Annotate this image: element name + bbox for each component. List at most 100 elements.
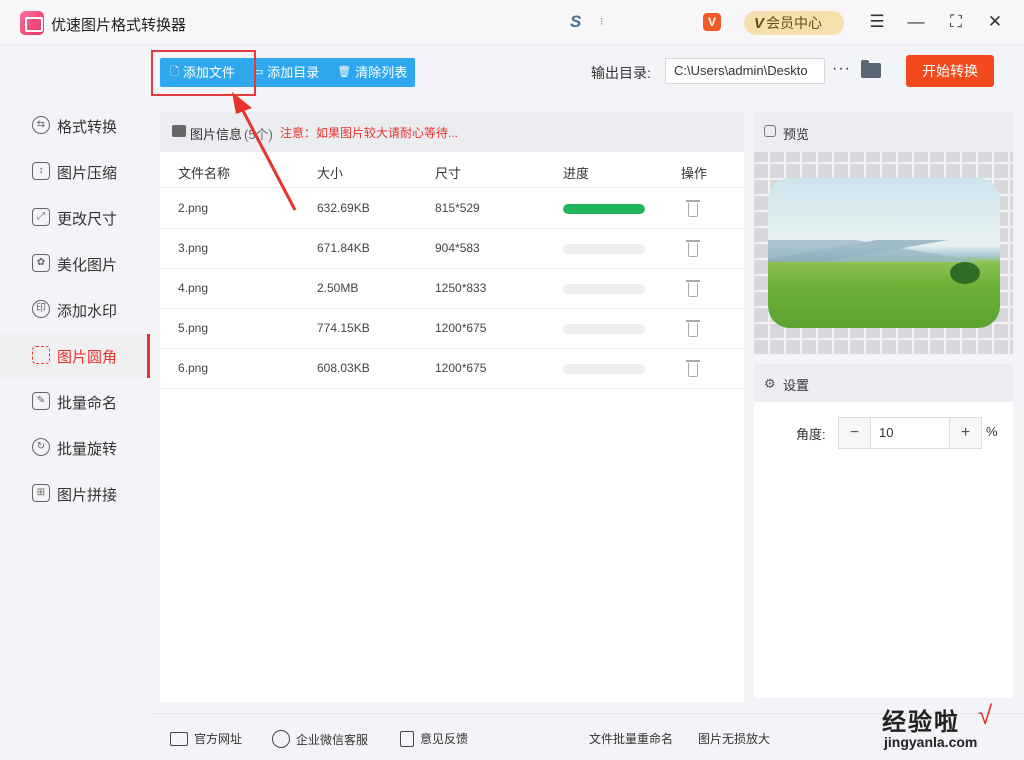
preview-title: 预览: [783, 127, 810, 142]
sidebar-item-compress[interactable]: ↕ 图片压缩: [0, 150, 150, 194]
file-name: 5.png: [178, 321, 209, 335]
settings-title: 设置: [783, 378, 810, 393]
batch-rename-link[interactable]: 文件批量重命名: [589, 730, 673, 747]
table-row[interactable]: 3.png 671.84KB 904*583: [160, 229, 744, 269]
delete-icon[interactable]: [686, 278, 700, 298]
sidebar-item-batch-rename[interactable]: ✎ 批量命名: [0, 380, 150, 424]
output-dir-label: 输出目录:: [591, 65, 651, 81]
v-badge-icon[interactable]: V: [703, 13, 721, 31]
file-dimensions: 1250*833: [435, 281, 487, 295]
sidebar-item-stitch[interactable]: ⊞ 图片拼接: [0, 472, 150, 516]
vip-center-button[interactable]: V 会员中心: [744, 11, 844, 35]
menu-icon[interactable]: ☰: [865, 10, 889, 34]
rotate-icon: ↻: [32, 438, 50, 456]
folder-icon[interactable]: [861, 60, 881, 78]
minimize-icon[interactable]: —: [904, 10, 928, 34]
settings-header: ⚙ 设置: [754, 364, 1013, 402]
title-bar: 优速图片格式转换器 S ⁝ V V 会员中心 ☰ — ⛶ ✕: [0, 0, 1024, 45]
sidebar-item-label: 批量旋转: [57, 441, 118, 458]
file-size: 774.15KB: [317, 321, 370, 335]
sidebar-item-label: 图片压缩: [57, 165, 118, 182]
feedback-label: 意见反馈: [420, 732, 469, 746]
output-dir-field[interactable]: C:\Users\admin\Deskto: [665, 58, 825, 84]
table-header: 文件名称 大小 尺寸 进度 操作: [160, 152, 744, 188]
table-row[interactable]: 5.png 774.15KB 1200*675: [160, 309, 744, 349]
decrement-button[interactable]: −: [839, 418, 871, 448]
wechat-support-link[interactable]: 企业微信客服: [272, 730, 368, 748]
sidebar-item-watermark[interactable]: 印 添加水印: [0, 288, 150, 332]
progress-bar: [563, 204, 645, 214]
sidebar-item-round-corner[interactable]: 图片圆角: [0, 334, 150, 378]
sidebar-item-label: 图片拼接: [57, 487, 118, 504]
stitch-icon: ⊞: [32, 484, 50, 502]
column-header-name: 文件名称: [178, 166, 231, 181]
watermark-main: 经验啦: [882, 709, 960, 736]
preview-image: [768, 178, 1000, 328]
delete-icon[interactable]: [686, 358, 700, 378]
clear-list-button[interactable]: 🗑 清除列表: [327, 58, 415, 87]
speed-dot-icon: ⁝: [600, 16, 604, 28]
vip-center-label: 会员中心: [766, 15, 823, 31]
progress-fill: [563, 204, 645, 214]
trash-icon: 🗑: [337, 66, 352, 78]
sidebar-item-resize[interactable]: ⤢ 更改尺寸: [0, 196, 150, 240]
table-row[interactable]: 2.png 632.69KB 815*529: [160, 189, 744, 229]
round-corner-icon: [32, 346, 50, 364]
official-website-link[interactable]: 官方网址: [170, 730, 242, 747]
maximize-icon[interactable]: ⛶: [944, 10, 968, 34]
watermark-url: jingyanla.com: [884, 734, 978, 750]
file-dimensions: 1200*675: [435, 321, 487, 335]
app-logo-icon: [20, 11, 44, 35]
table-row[interactable]: 6.png 608.03KB 1200*675: [160, 349, 744, 389]
sidebar-item-batch-rotate[interactable]: ↻ 批量旋转: [0, 426, 150, 470]
preview-mountains: [768, 240, 1000, 262]
preview-icon: [764, 125, 776, 137]
file-panel-title: 图片信息: [190, 127, 243, 142]
progress-bar: [563, 324, 645, 334]
column-header-dimensions: 尺寸: [435, 166, 462, 181]
table-row[interactable]: 4.png 2.50MB 1250*833: [160, 269, 744, 309]
column-header-size: 大小: [317, 166, 344, 181]
increment-button[interactable]: +: [949, 418, 981, 448]
delete-icon[interactable]: [686, 318, 700, 338]
annotation-highlight-box: [151, 50, 256, 96]
start-convert-button[interactable]: 开始转换: [906, 55, 994, 87]
gear-icon: ⚙: [764, 376, 776, 391]
preview-tree: [950, 262, 980, 284]
more-icon[interactable]: ···: [832, 60, 851, 78]
lossless-enlarge-link[interactable]: 图片无损放大: [698, 730, 770, 747]
watermark-check: √: [978, 700, 993, 730]
sidebar-item-beautify[interactable]: ✿ 美化图片: [0, 242, 150, 286]
wechat-support-label: 企业微信客服: [296, 732, 369, 747]
progress-bar: [563, 364, 645, 374]
watermark-icon: 印: [32, 300, 50, 318]
angle-input[interactable]: 10: [879, 425, 893, 440]
file-name: 4.png: [178, 281, 209, 295]
speed-logo-icon[interactable]: S: [570, 12, 581, 32]
rename-icon: ✎: [32, 392, 50, 410]
sidebar-item-format-convert[interactable]: ⇆ 格式转换: [0, 104, 150, 148]
angle-label: 角度:: [796, 427, 826, 442]
chat-icon: [272, 730, 290, 748]
delete-icon[interactable]: [686, 198, 700, 218]
file-size: 608.03KB: [317, 361, 370, 375]
file-name: 3.png: [178, 241, 209, 255]
close-icon[interactable]: ✕: [983, 10, 1007, 34]
feedback-link[interactable]: 意见反馈: [400, 730, 468, 747]
angle-stepper: − 10 +: [838, 417, 982, 449]
resize-icon: ⤢: [32, 208, 50, 226]
progress-bar: [563, 284, 645, 294]
image-icon: [172, 125, 186, 137]
official-website-label: 官方网址: [194, 732, 243, 746]
feedback-icon: [400, 730, 414, 747]
file-dimensions: 815*529: [435, 201, 480, 215]
delete-icon[interactable]: [686, 238, 700, 258]
file-name: 2.png: [178, 201, 209, 215]
preview-panel: 预览: [754, 112, 1013, 354]
sidebar-item-label: 添加水印: [57, 303, 118, 320]
sidebar-item-label: 批量命名: [57, 395, 118, 412]
file-dimensions: 904*583: [435, 241, 480, 255]
clear-list-label: 清除列表: [355, 65, 408, 80]
add-directory-label: 添加目录: [267, 65, 320, 80]
compress-icon: ↕: [32, 162, 50, 180]
